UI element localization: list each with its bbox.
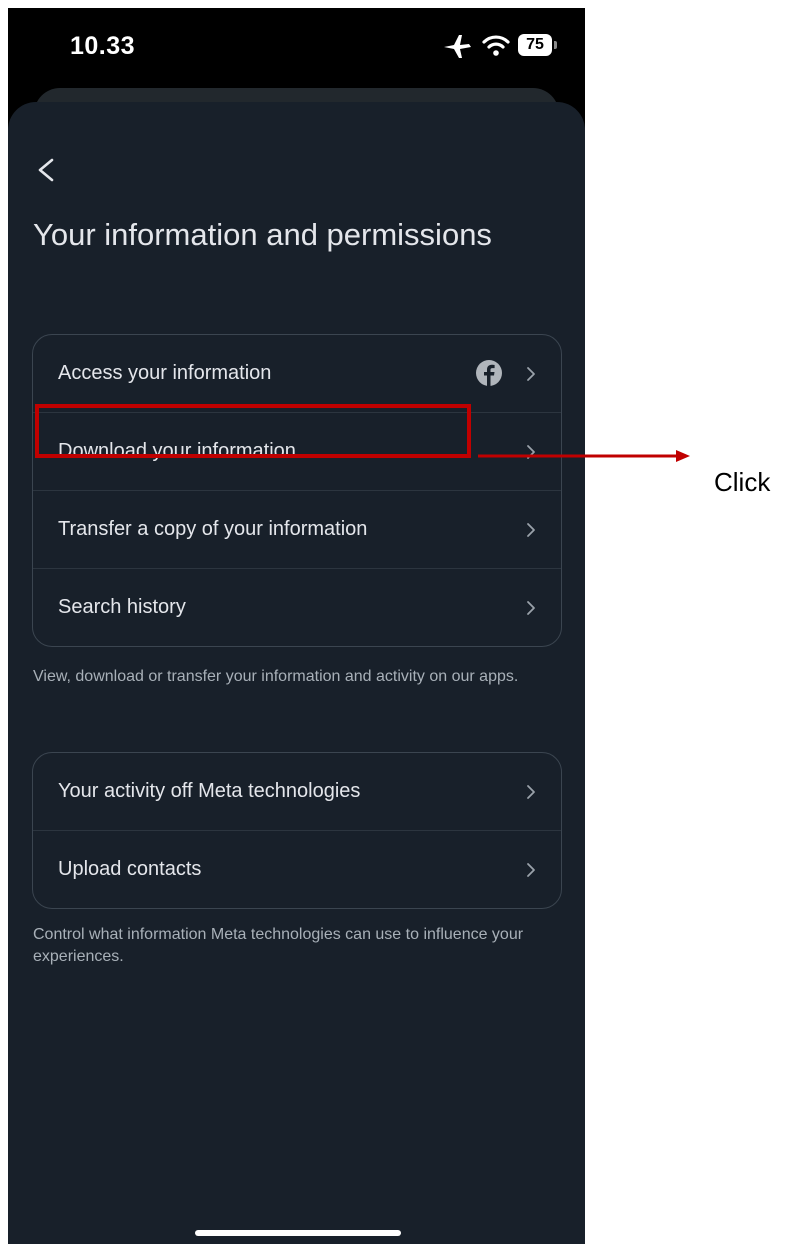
back-chevron-icon[interactable] xyxy=(30,150,60,190)
row-label: Upload contacts xyxy=(58,858,202,880)
chevron-right-icon xyxy=(527,523,535,537)
airplane-icon xyxy=(444,35,471,58)
upload-contacts-item[interactable]: Upload contacts xyxy=(33,831,561,908)
facebook-icon xyxy=(476,360,502,386)
battery-icon: 75 xyxy=(518,34,552,56)
transfer-copy-item[interactable]: Transfer a copy of your information xyxy=(33,491,561,569)
phone-screen: 10.33 75 Your information and permission… xyxy=(8,8,585,1244)
status-time: 10.33 xyxy=(70,32,136,60)
highlight-box xyxy=(35,404,471,458)
activity-group: Your activity off Meta technologies Uplo… xyxy=(32,752,562,909)
chevron-right-icon xyxy=(527,601,535,615)
page-title: Your information and permissions xyxy=(33,217,492,252)
home-indicator xyxy=(195,1230,401,1236)
information-group: Access your information Download your in… xyxy=(32,334,562,647)
search-history-item[interactable]: Search history xyxy=(33,569,561,646)
row-label: Your activity off Meta technologies xyxy=(58,780,361,802)
battery-tip xyxy=(554,41,557,49)
information-caption: View, download or transfer your informat… xyxy=(33,668,519,685)
chevron-right-icon xyxy=(527,367,535,381)
access-information-item[interactable]: Access your information xyxy=(33,335,561,413)
annotation-label: Click xyxy=(714,467,771,497)
status-bar: 10.33 75 xyxy=(8,8,585,88)
settings-sheet: Your information and permissions Access … xyxy=(8,102,585,1244)
annotation-arrow xyxy=(478,450,690,462)
row-label: Transfer a copy of your information xyxy=(58,518,368,540)
wifi-icon xyxy=(482,35,510,56)
activity-caption: Control what information Meta technologi… xyxy=(33,926,524,965)
chevron-right-icon xyxy=(527,863,535,877)
activity-off-meta-item[interactable]: Your activity off Meta technologies xyxy=(33,753,561,831)
row-label: Search history xyxy=(58,596,186,618)
row-label: Access your information xyxy=(58,362,272,384)
chevron-right-icon xyxy=(527,785,535,799)
